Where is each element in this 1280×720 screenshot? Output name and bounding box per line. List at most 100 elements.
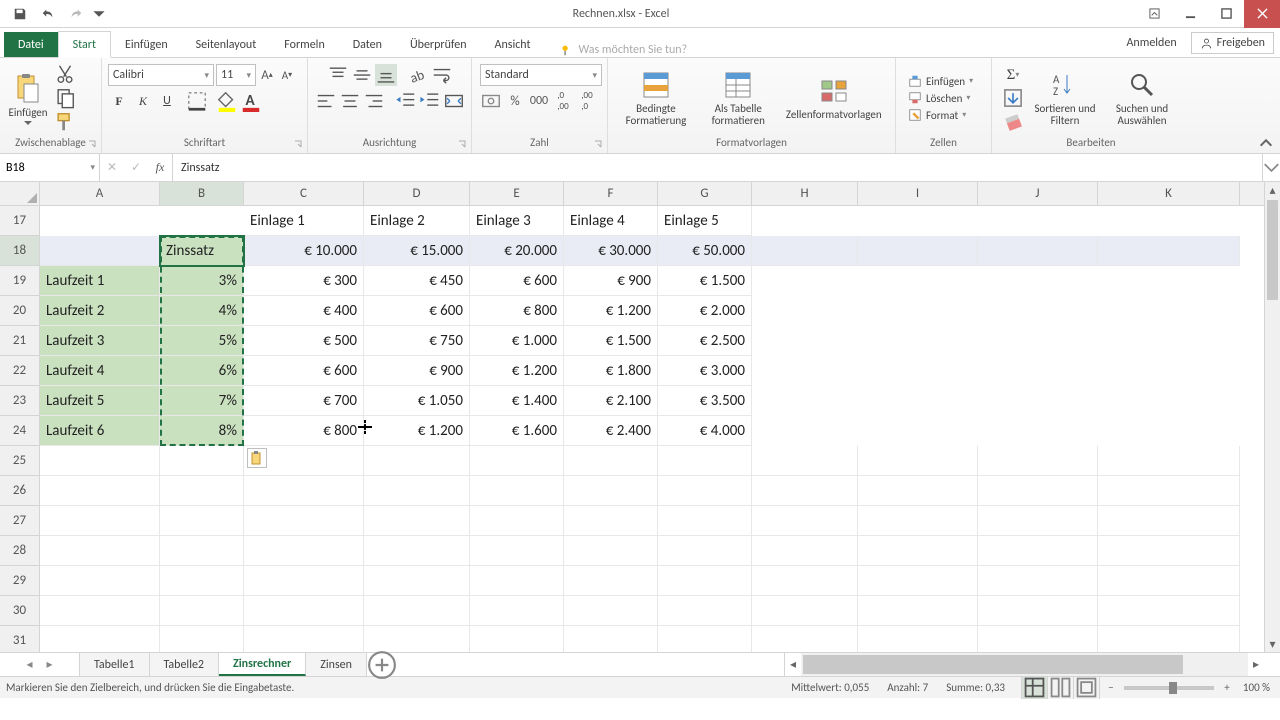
cell-J31[interactable] — [978, 626, 1098, 652]
row-header-24[interactable]: 24 — [0, 416, 39, 446]
cell-E31[interactable] — [470, 626, 564, 652]
align-left-icon[interactable] — [315, 90, 337, 112]
add-sheet-icon[interactable] — [367, 653, 397, 676]
column-header-H[interactable]: H — [752, 182, 858, 205]
cell-K26[interactable] — [1098, 476, 1240, 506]
cell-F27[interactable] — [564, 506, 658, 536]
cell-A25[interactable] — [40, 446, 160, 476]
cell-D22[interactable]: € 900 — [364, 356, 470, 386]
row-header-26[interactable]: 26 — [0, 476, 39, 506]
delete-cells-button[interactable]: Löschen ▾ — [904, 90, 977, 106]
align-bottom-icon[interactable] — [375, 64, 397, 86]
row-header-29[interactable]: 29 — [0, 566, 39, 596]
cell-E26[interactable] — [470, 476, 564, 506]
cell-I18[interactable] — [858, 236, 978, 266]
row-header-31[interactable]: 31 — [0, 626, 39, 652]
row-header-27[interactable]: 27 — [0, 506, 39, 536]
normal-view-icon[interactable] — [1022, 677, 1048, 699]
tab-view[interactable]: Ansicht — [481, 32, 545, 57]
maximize-icon[interactable] — [1208, 0, 1244, 28]
cell-F22[interactable]: € 1.800 — [564, 356, 658, 386]
cell-K25[interactable] — [1098, 446, 1240, 476]
cell-D29[interactable] — [364, 566, 470, 596]
cell-B21[interactable]: 5% — [160, 326, 244, 356]
cell-B22[interactable]: 6% — [160, 356, 244, 386]
cell-E18[interactable]: € 20.000 — [470, 236, 564, 266]
column-header-E[interactable]: E — [470, 182, 564, 205]
cell-A18[interactable] — [40, 236, 160, 266]
cell-K29[interactable] — [1098, 566, 1240, 596]
zoom-slider[interactable] — [1124, 686, 1214, 690]
cell-A29[interactable] — [40, 566, 160, 596]
column-header-G[interactable]: G — [658, 182, 752, 205]
column-header-I[interactable]: I — [858, 182, 978, 205]
cell-A31[interactable] — [40, 626, 160, 652]
row-header-20[interactable]: 20 — [0, 296, 39, 326]
cell-B28[interactable] — [160, 536, 244, 566]
row-header-19[interactable]: 19 — [0, 266, 39, 296]
cell-F18[interactable]: € 30.000 — [564, 236, 658, 266]
cell-H27[interactable] — [752, 506, 858, 536]
cell-D19[interactable]: € 450 — [364, 266, 470, 296]
cell-E28[interactable] — [470, 536, 564, 566]
cell-H28[interactable] — [752, 536, 858, 566]
tab-formulas[interactable]: Formeln — [270, 32, 338, 57]
cell-A24[interactable]: Laufzeit 6 — [40, 416, 160, 446]
sheet-tab-zinsrechner[interactable]: Zinsrechner — [219, 653, 306, 676]
cell-A30[interactable] — [40, 596, 160, 626]
cell-G27[interactable] — [658, 506, 752, 536]
row-header-17[interactable]: 17 — [0, 206, 39, 236]
column-header-F[interactable]: F — [564, 182, 658, 205]
insert-cells-button[interactable]: Einfügen ▾ — [904, 73, 977, 89]
row-header-22[interactable]: 22 — [0, 356, 39, 386]
cell-F25[interactable] — [564, 446, 658, 476]
cell-A19[interactable]: Laufzeit 1 — [40, 266, 160, 296]
cell-D30[interactable] — [364, 596, 470, 626]
sheet-tab-tabelle1[interactable]: Tabelle1 — [80, 653, 150, 676]
scroll-up-icon[interactable]: ▴ — [1265, 182, 1280, 198]
cell-styles-button[interactable]: Zellenformatvorlagen — [781, 73, 887, 123]
horizontal-scrollbar[interactable]: ◂ ▸ — [784, 653, 1264, 676]
decrease-decimal-icon[interactable]: ,00,0 — [576, 90, 598, 112]
cell-G21[interactable]: € 2.500 — [658, 326, 752, 356]
cell-G30[interactable] — [658, 596, 752, 626]
cell-K18[interactable] — [1098, 236, 1240, 266]
number-launcher-icon[interactable] — [593, 139, 605, 151]
wrap-text-icon[interactable] — [431, 64, 453, 86]
copy-icon[interactable] — [54, 87, 76, 109]
decrease-font-icon[interactable]: A▾ — [278, 64, 296, 86]
cell-E25[interactable] — [470, 446, 564, 476]
expand-formula-bar-icon[interactable] — [1262, 154, 1280, 181]
clipboard-launcher-icon[interactable] — [87, 139, 99, 151]
vertical-scroll-thumb[interactable] — [1267, 200, 1278, 300]
close-icon[interactable] — [1244, 0, 1280, 28]
format-cells-button[interactable]: Format ▾ — [904, 107, 977, 123]
cell-H26[interactable] — [752, 476, 858, 506]
cell-E19[interactable]: € 600 — [470, 266, 564, 296]
cell-C31[interactable] — [244, 626, 364, 652]
cell-E23[interactable]: € 1.400 — [470, 386, 564, 416]
share-button[interactable]: Freigeben — [1191, 32, 1274, 54]
conditional-formatting-button[interactable]: Bedingte Formatierung — [616, 67, 696, 129]
column-header-B[interactable]: B — [160, 182, 244, 205]
cell-H29[interactable] — [752, 566, 858, 596]
insert-function-icon[interactable]: fx — [148, 154, 172, 181]
cell-D25[interactable] — [364, 446, 470, 476]
cell-C30[interactable] — [244, 596, 364, 626]
cell-H18[interactable] — [752, 236, 858, 266]
cell-J30[interactable] — [978, 596, 1098, 626]
cell-F29[interactable] — [564, 566, 658, 596]
align-middle-icon[interactable] — [351, 64, 373, 86]
cell-F31[interactable] — [564, 626, 658, 652]
page-break-view-icon[interactable] — [1074, 677, 1100, 699]
cell-B29[interactable] — [160, 566, 244, 596]
page-layout-view-icon[interactable] — [1048, 677, 1074, 699]
fill-color-icon[interactable] — [216, 90, 238, 112]
save-icon[interactable] — [8, 3, 32, 25]
cell-K28[interactable] — [1098, 536, 1240, 566]
indent-increase-icon[interactable] — [419, 90, 441, 112]
cell-B20[interactable]: 4% — [160, 296, 244, 326]
font-name-combo[interactable]: Calibri▾ — [108, 64, 214, 86]
row-header-30[interactable]: 30 — [0, 596, 39, 626]
cell-B23[interactable]: 7% — [160, 386, 244, 416]
